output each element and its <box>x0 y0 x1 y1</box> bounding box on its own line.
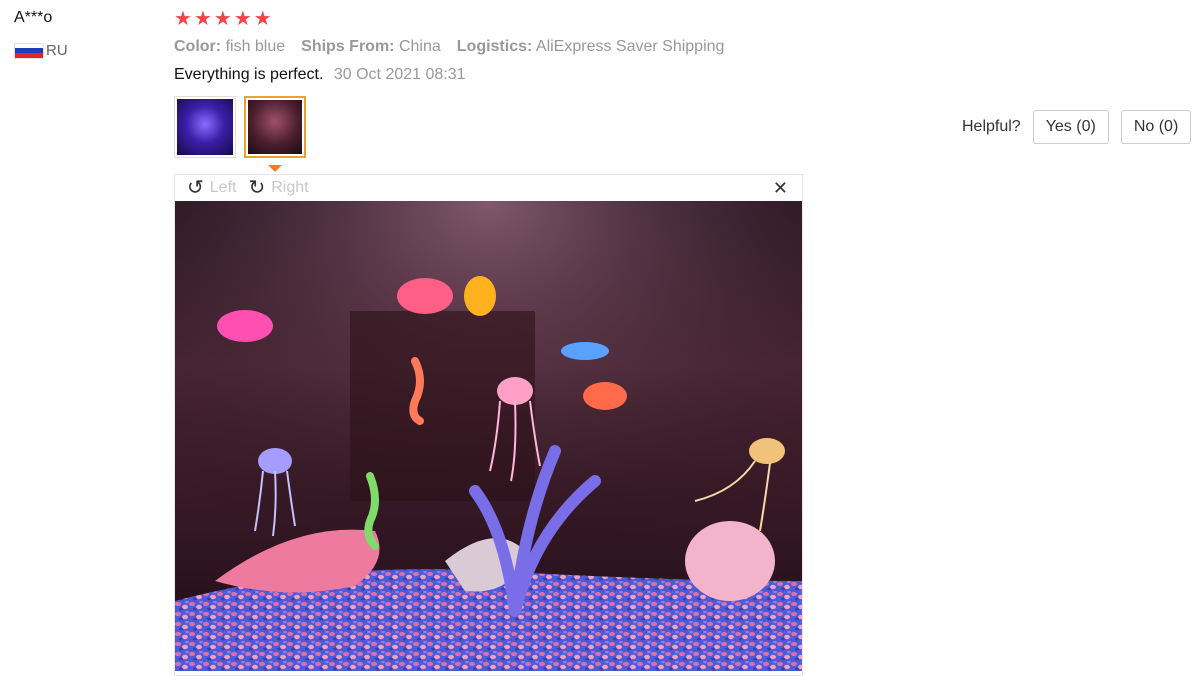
helpful-vote: Helpful? Yes (0) No (0) <box>962 110 1192 144</box>
review-feedback: Everything is perfect. 30 Oct 2021 08:31 <box>174 66 814 84</box>
viewer-toolbar: ↺ Left ↻ Right ✕ <box>175 175 802 201</box>
star-icon: ★ <box>213 8 232 30</box>
attribute-key: Logistics: <box>456 38 533 55</box>
helpful-no-button[interactable]: No (0) <box>1120 110 1192 144</box>
attribute-key: Color: <box>174 38 222 55</box>
rotate-left-label: Left <box>209 179 237 196</box>
reviewer-name: A***o <box>14 9 53 26</box>
helpful-label: Helpful? <box>962 118 1021 135</box>
attribute-logistics: Logistics: AliExpress Saver Shipping <box>457 38 725 56</box>
attribute-value: China <box>398 38 441 55</box>
review-photo <box>175 201 802 671</box>
star-rating: ★ ★ ★ ★ ★ <box>174 8 814 30</box>
rotate-left-icon: ↺ <box>187 177 204 199</box>
aquarium-photo <box>175 201 802 671</box>
image-viewer: ↺ Left ↻ Right ✕ <box>174 174 803 676</box>
reviewer-info: A***o RU <box>14 8 68 59</box>
rotate-right-button[interactable]: ↻ Right <box>248 178 308 198</box>
rotate-right-icon: ↻ <box>248 177 266 199</box>
reviewer-country: RU <box>14 42 68 59</box>
star-icon: ★ <box>233 8 252 30</box>
russia-flag-icon <box>14 42 44 59</box>
order-attributes: Color: fish blue Ships From: China Logis… <box>174 38 814 56</box>
country-code: RU <box>46 42 68 59</box>
review-date: 30 Oct 2021 08:31 <box>333 66 466 83</box>
attribute-value: fish blue <box>225 38 286 55</box>
helpful-yes-button[interactable]: Yes (0) <box>1032 110 1109 144</box>
attribute-key: Ships From: <box>301 38 395 55</box>
rotate-left-button[interactable]: ↺ Left <box>187 178 236 198</box>
review-thumbnail[interactable] <box>174 96 236 158</box>
rotate-right-label: Right <box>271 179 309 196</box>
active-thumbnail-caret <box>268 165 282 172</box>
star-icon: ★ <box>174 8 192 30</box>
review-thumbnail-active[interactable] <box>244 96 306 158</box>
attribute-ships-from: Ships From: China <box>301 38 441 56</box>
review-text: Everything is perfect. <box>174 66 324 83</box>
close-icon[interactable]: ✕ <box>773 178 788 199</box>
review-thumbnails <box>174 96 814 158</box>
attribute-color: Color: fish blue <box>174 38 285 56</box>
attribute-value: AliExpress Saver Shipping <box>535 38 725 55</box>
review-body: ★ ★ ★ ★ ★ Color: fish blue Ships From: C… <box>174 8 814 158</box>
star-icon: ★ <box>253 8 272 30</box>
star-icon: ★ <box>193 8 212 30</box>
